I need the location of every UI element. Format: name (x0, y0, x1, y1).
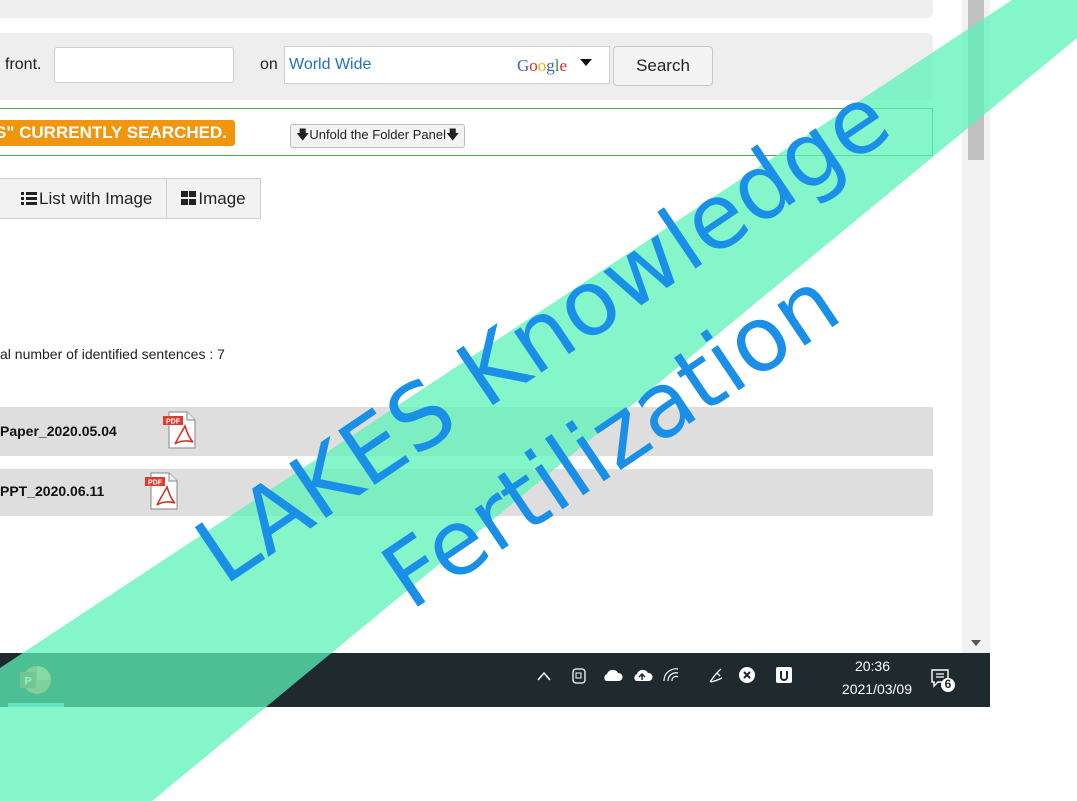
clock-date[interactable]: 2021/03/09 (822, 681, 912, 697)
scroll-down-arrow-icon[interactable] (971, 640, 981, 646)
cloud-upload-icon[interactable] (631, 667, 653, 688)
list-item[interactable]: Paper_2020.05.04 PDF (0, 407, 933, 456)
chevron-down-icon[interactable] (580, 59, 592, 66)
result-title[interactable]: Paper_2020.05.04 (0, 423, 117, 439)
vertical-scrollbar[interactable] (962, 0, 990, 653)
svg-text:P: P (24, 676, 31, 688)
pdf-icon[interactable]: PDF (145, 471, 181, 511)
search-bar: front. on World Wide Google Search (0, 33, 933, 100)
svg-text:PDF: PDF (166, 419, 181, 426)
svg-text:PDF: PDF (148, 480, 163, 487)
grid-icon (181, 191, 197, 205)
notification-icon[interactable]: 6 (930, 667, 956, 693)
scrollbar-thumb[interactable] (968, 0, 984, 160)
view-list-with-image-button[interactable]: List with Image (0, 178, 168, 219)
notification-count: 6 (944, 677, 952, 691)
powerpoint-icon[interactable]: P (18, 665, 52, 695)
list-item[interactable]: PPT_2020.06.11 PDF (0, 469, 933, 516)
on-label: on (260, 56, 278, 73)
close-icon[interactable] (738, 666, 756, 689)
clock-time[interactable]: 20:36 (838, 658, 890, 674)
browser-page: front. on World Wide Google Search S" CU… (0, 0, 962, 653)
wifi-icon[interactable] (662, 667, 680, 688)
arrow-down-icon: 🡇 (445, 127, 460, 142)
arrow-down-icon: 🡇 (296, 127, 310, 142)
search-hint-text: front. (5, 56, 42, 73)
top-panel (0, 0, 933, 18)
cloud-icon[interactable] (601, 668, 623, 687)
unfold-folder-panel-button[interactable]: 🡇Unfold the Folder Panel🡇 (290, 124, 466, 148)
image-label: Image (198, 189, 246, 208)
search-button[interactable]: Search (613, 46, 713, 86)
view-image-button[interactable]: Image (167, 178, 261, 219)
result-count: al number of identified sentences : 7 (0, 346, 225, 362)
status-badge: S" CURRENTLY SEARCHED. (0, 120, 235, 146)
search-scope-value: World Wide (289, 56, 372, 73)
pen-icon[interactable] (707, 666, 725, 689)
taskbar-edge (990, 653, 996, 707)
meet-now-icon[interactable] (571, 667, 587, 690)
chevron-up-icon[interactable] (537, 668, 551, 686)
result-title[interactable]: PPT_2020.06.11 (0, 483, 104, 499)
list-with-image-label: List with Image (39, 189, 153, 208)
view-mode-group: List with Image Image (0, 178, 261, 219)
list-icon (21, 192, 37, 205)
google-logo: Google (517, 56, 568, 75)
app-tray-icon[interactable] (775, 666, 793, 689)
taskbar: P 20:36 2021/03/09 6 (0, 653, 990, 707)
search-scope-select[interactable]: World Wide Google (284, 46, 610, 84)
active-app-indicator (8, 703, 64, 707)
search-input[interactable] (54, 47, 234, 83)
search-status-bar: S" CURRENTLY SEARCHED. 🡇Unfold the Folde… (0, 108, 933, 156)
unfold-label: Unfold the Folder Panel (309, 127, 446, 142)
pdf-icon[interactable]: PDF (163, 410, 199, 450)
